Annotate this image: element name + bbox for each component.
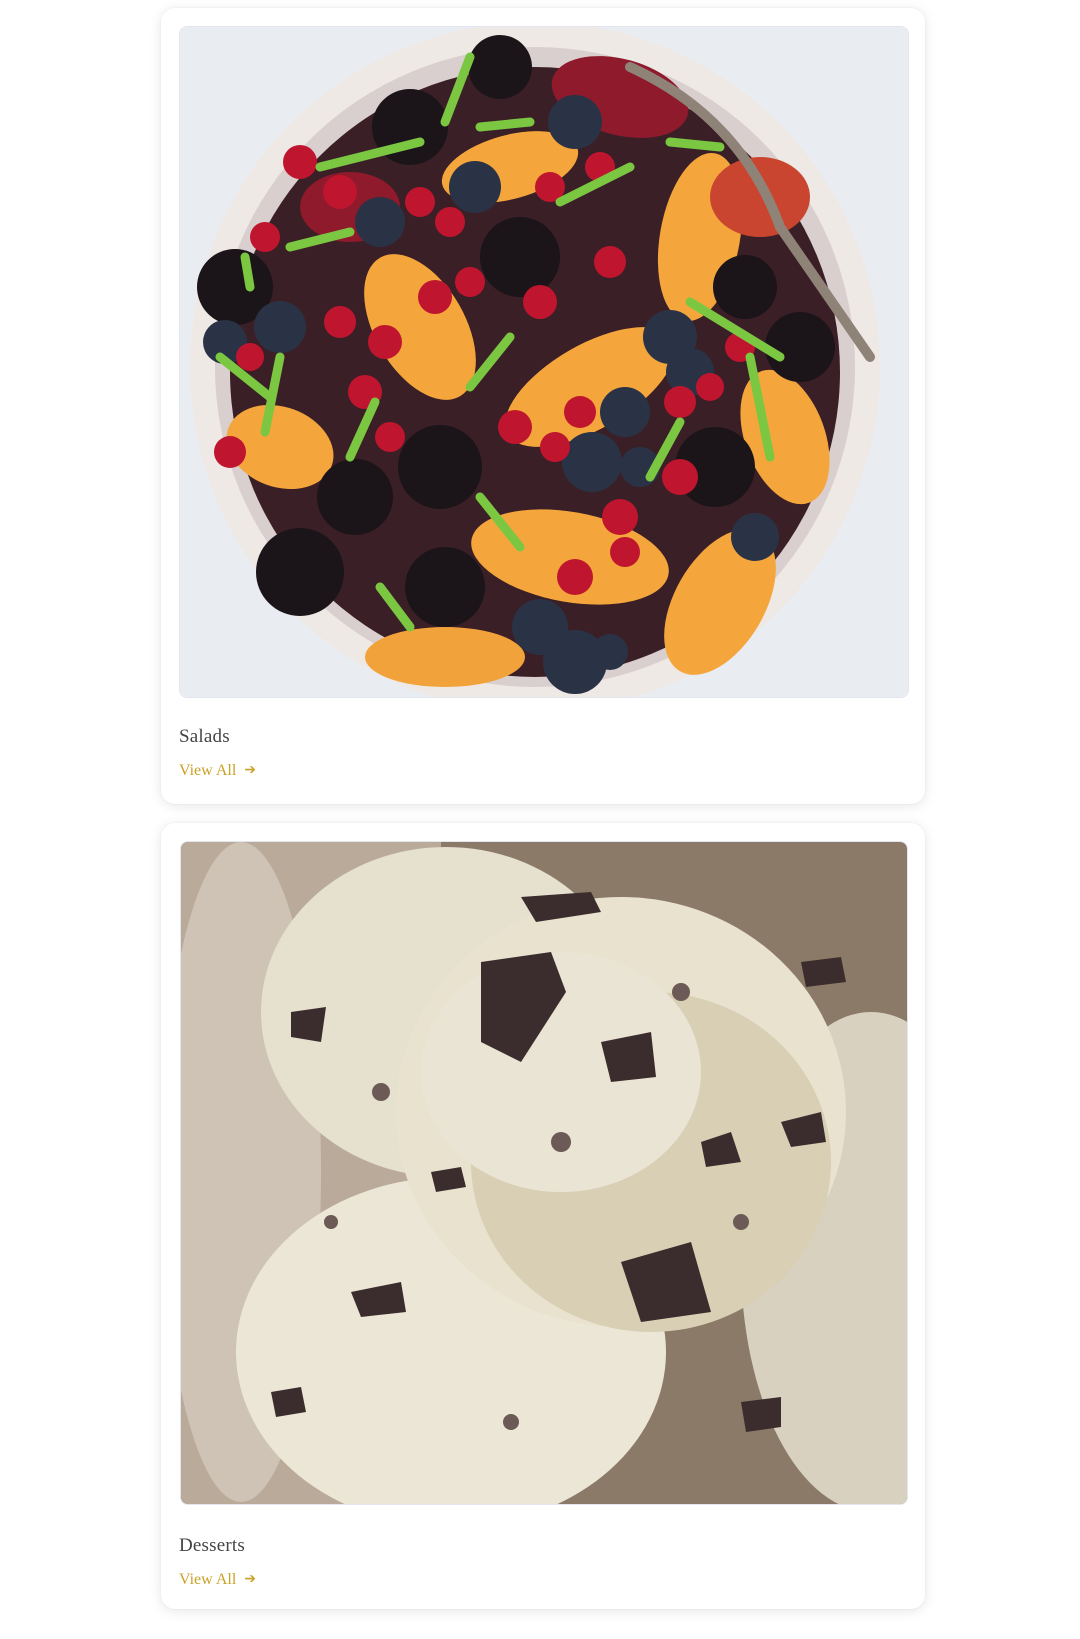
salads-image[interactable] — [179, 26, 909, 698]
ice-cream-illustration — [181, 842, 907, 1504]
category-title-salads: Salads — [179, 726, 230, 747]
view-all-label: View All — [179, 1571, 237, 1588]
desserts-image[interactable] — [180, 841, 908, 1505]
arrow-right-icon: ➔ — [244, 763, 256, 778]
category-title-desserts: Desserts — [179, 1535, 245, 1556]
category-card-salads[interactable]: Salads View All ➔ — [161, 8, 925, 804]
view-all-label: View All — [179, 762, 237, 779]
fruit-salad-illustration — [180, 27, 908, 697]
category-card-desserts[interactable]: Desserts View All ➔ — [161, 823, 925, 1609]
view-all-desserts-link[interactable]: View All ➔ — [179, 1571, 256, 1589]
arrow-right-icon: ➔ — [244, 1572, 256, 1587]
view-all-salads-link[interactable]: View All ➔ — [179, 762, 256, 780]
